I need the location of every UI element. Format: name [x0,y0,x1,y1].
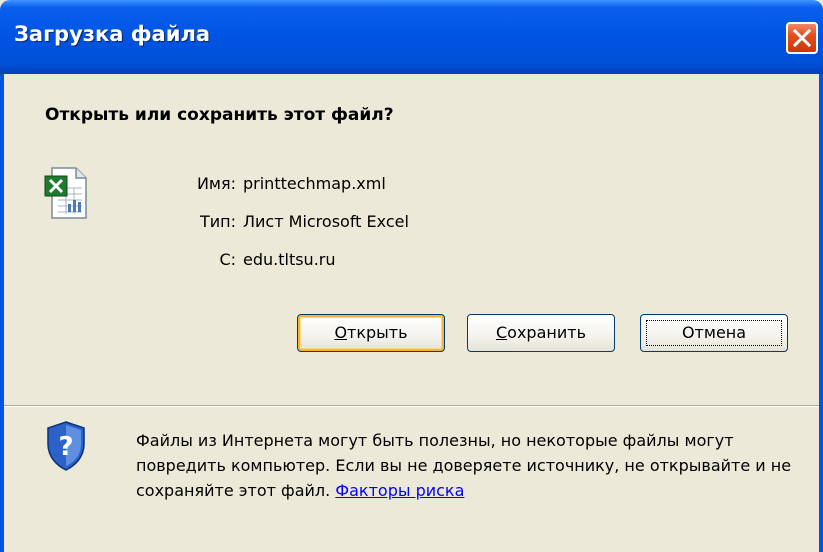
excel-file-icon [44,166,90,224]
title-bar[interactable]: Загрузка файла [0,0,823,74]
risk-factors-link[interactable]: Факторы риска [335,481,464,500]
dialog-question: Открыть или сохранить этот файл? [45,105,394,125]
close-button[interactable] [786,22,818,54]
file-name-label: Имя: [196,174,236,193]
save-button[interactable]: Сохранить [467,314,615,352]
cancel-button[interactable]: Отмена [640,314,788,352]
shield-question-icon: ? [46,420,86,476]
file-source-label: С: [219,250,236,269]
security-warning: Файлы из Интернета могут быть полезны, н… [136,428,806,503]
open-button[interactable]: Открыть [297,314,445,352]
window-title: Загрузка файла [14,22,210,46]
file-name-value: printtechmap.xml [243,174,386,193]
save-button-accel: С [496,323,508,342]
file-download-dialog: Загрузка файла Открыть или сохранить это… [0,0,823,552]
open-button-accel: О [334,323,348,342]
window-border-right [819,74,823,552]
file-source-value: edu.tltsu.ru [243,250,336,269]
svg-text:?: ? [58,432,73,462]
open-button-label: ткрыть [347,323,408,342]
focus-ring [646,320,782,346]
window-border-left [0,74,4,552]
file-type-value: Лист Microsoft Excel [243,212,409,231]
file-type-label: Тип: [199,212,236,231]
divider-highlight [4,406,819,407]
close-icon [792,28,812,48]
save-button-label: охранить [507,323,586,342]
